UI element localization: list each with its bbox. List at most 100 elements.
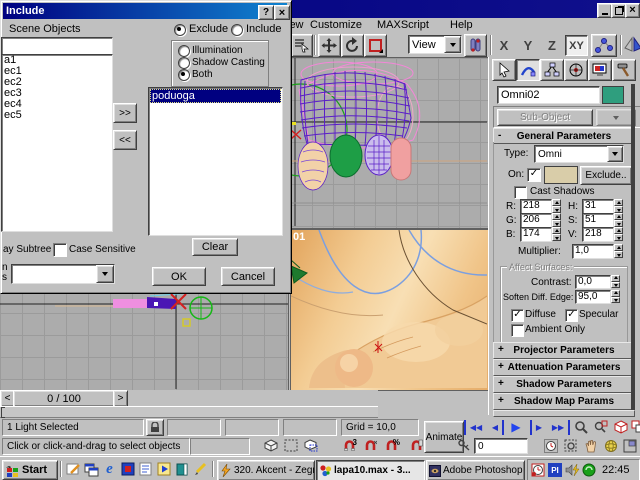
tab-display[interactable] (588, 59, 612, 81)
object-color-swatch[interactable] (602, 86, 624, 104)
time-slider-handle[interactable]: 0 / 100 (13, 390, 115, 407)
quicklaunch-app4-button[interactable] (119, 461, 136, 477)
current-frame-field[interactable]: 0 (474, 438, 528, 454)
cast-shadows-checkbox[interactable] (514, 186, 527, 199)
restrict-x-button[interactable]: X (495, 36, 513, 54)
remove-from-list-button[interactable]: << (113, 130, 137, 150)
contrast-spinner[interactable] (611, 275, 620, 288)
task-photoshop[interactable]: Adobe Photoshop (426, 460, 525, 480)
excluded-objects-list[interactable]: poduoga (148, 87, 283, 236)
minimize-button[interactable] (597, 3, 612, 18)
s-spinner[interactable] (614, 213, 623, 227)
pan-button[interactable] (582, 438, 599, 453)
menu-customize[interactable]: Customize (310, 19, 362, 31)
g-spinner[interactable] (552, 213, 561, 227)
tab-hierarchy[interactable] (540, 59, 564, 81)
track-bar[interactable] (0, 406, 378, 418)
illumination-radio[interactable] (178, 45, 190, 57)
rotate-button[interactable] (341, 34, 364, 57)
dropdown-arrow-icon[interactable] (607, 146, 623, 162)
ambient-only-checkbox[interactable] (511, 324, 524, 337)
multiplier-field[interactable]: 1,0 (572, 244, 614, 259)
quicklaunch-ie-button[interactable]: e (101, 461, 118, 477)
rollout-shadow-parameters[interactable]: + Shadow Parameters (493, 376, 635, 393)
go-to-end-button[interactable]: ▶▶ (548, 420, 570, 435)
snap-3d-toggle[interactable]: 3 (340, 438, 358, 453)
s-field[interactable]: 51 (582, 213, 614, 228)
time-slider-track[interactable]: < 0 / 100 > (0, 390, 378, 407)
zoom-extents-button[interactable] (612, 419, 629, 435)
use-pivot-center-button[interactable] (464, 34, 487, 57)
quicklaunch-windows-button[interactable] (83, 461, 100, 477)
h-field[interactable]: 31 (582, 199, 614, 214)
dialog-help-button[interactable]: ? (258, 5, 274, 20)
dialog-titlebar[interactable]: Include (3, 3, 287, 19)
clear-button[interactable]: Clear (192, 238, 238, 256)
region-zoom-button[interactable] (562, 438, 579, 453)
exclude-radio[interactable] (174, 24, 186, 36)
soften-spinner[interactable] (611, 290, 620, 303)
selection-set-dropdown[interactable] (11, 264, 115, 284)
min-max-toggle-button[interactable] (622, 438, 638, 453)
quicklaunch-media-button[interactable] (155, 461, 172, 477)
dialog-close-button[interactable]: × (274, 5, 290, 20)
menu-help[interactable]: Help (450, 19, 473, 31)
viewport-camera[interactable]: 01 (290, 229, 490, 391)
soften-field[interactable]: 95,0 (575, 290, 611, 304)
scene-objects-filter-input[interactable] (1, 37, 113, 55)
quicklaunch-book-button[interactable] (173, 461, 190, 477)
arc-rotate-button[interactable] (602, 438, 619, 453)
scene-objects-list[interactable]: a1 ec1 ec2 ec3 ec4 ec5 (1, 54, 113, 232)
crossing-selection-toggle[interactable] (263, 438, 279, 453)
on-checkbox[interactable]: ✓ (527, 168, 541, 182)
angle-snap-toggle[interactable] (361, 438, 379, 453)
menu-maxscript[interactable]: MAXScript (377, 19, 429, 31)
tray-scheduler-icon[interactable] (531, 463, 545, 477)
task-winamp[interactable]: 320. Akcent - Zegn... (217, 460, 315, 480)
restrict-xy-button[interactable]: XY (565, 35, 588, 56)
list-item-selected[interactable]: poduoga (150, 89, 281, 103)
mirror-button[interactable] (624, 34, 640, 55)
ik-toggle-button[interactable] (591, 34, 617, 57)
rollout-partial[interactable] (493, 410, 635, 417)
multiplier-spinner[interactable] (614, 244, 623, 258)
tab-create[interactable] (492, 59, 516, 81)
set-key-button[interactable] (457, 438, 471, 452)
sub-object-dropdown[interactable] (596, 109, 636, 126)
tray-pi-icon[interactable]: PI (548, 463, 562, 477)
diffuse-checkbox[interactable]: ✓ (511, 309, 524, 322)
time-slider-next-button[interactable]: > (113, 390, 128, 407)
case-sensitive-checkbox[interactable] (53, 243, 67, 257)
type-dropdown[interactable]: Omni (534, 145, 624, 163)
v-spinner[interactable] (614, 227, 623, 241)
tray-green-icon[interactable] (582, 463, 596, 477)
time-config-button[interactable] (542, 438, 559, 453)
close-button[interactable]: × (625, 3, 640, 18)
zoom-button[interactable] (572, 419, 589, 435)
spinner-snap-toggle[interactable] (407, 438, 425, 453)
include-radio[interactable] (231, 24, 243, 36)
exclude-button[interactable]: Exclude.. (580, 166, 632, 185)
tray-volume-icon[interactable] (565, 463, 580, 477)
r-field[interactable]: 218 (520, 199, 552, 214)
object-name-field[interactable]: Omni02 (497, 86, 600, 104)
h-spinner[interactable] (614, 199, 623, 213)
go-to-start-button[interactable]: ◀◀ (464, 420, 486, 435)
percent-snap-toggle[interactable]: % (382, 438, 400, 453)
ok-button[interactable]: OK (152, 267, 206, 286)
specular-checkbox[interactable]: ✓ (565, 309, 578, 322)
rollout-projector-parameters[interactable]: + Projector Parameters (493, 342, 635, 359)
add-to-list-button[interactable]: >> (113, 103, 137, 123)
task-3dsmax[interactable]: lapa10.max - 3... (316, 460, 425, 480)
select-by-name-button[interactable] (291, 34, 313, 57)
zoom-all-button[interactable] (592, 419, 609, 435)
tab-utilities[interactable] (612, 59, 636, 81)
quicklaunch-brush-button[interactable] (191, 461, 208, 477)
tab-motion[interactable] (564, 59, 588, 81)
dropdown-arrow-icon[interactable] (444, 36, 461, 53)
light-color-swatch[interactable] (544, 166, 578, 184)
play-button[interactable]: ▶ (506, 419, 526, 435)
restrict-z-button[interactable]: Z (543, 36, 561, 54)
dropdown-arrow-icon[interactable] (96, 265, 114, 283)
start-button[interactable]: Start (2, 460, 58, 480)
